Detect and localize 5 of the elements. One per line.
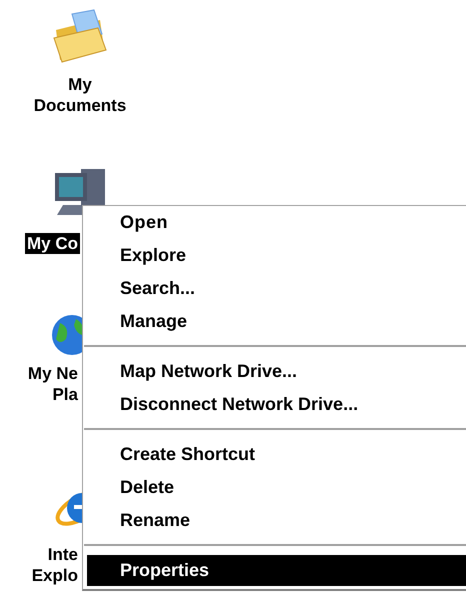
icon-label: My Co <box>25 233 80 254</box>
icon-label: My Ne Pla <box>26 363 79 405</box>
icon-label: Inte Explo <box>30 544 79 586</box>
menu-item[interactable]: Properties <box>87 555 466 586</box>
icon-label: My Documents <box>32 74 128 116</box>
